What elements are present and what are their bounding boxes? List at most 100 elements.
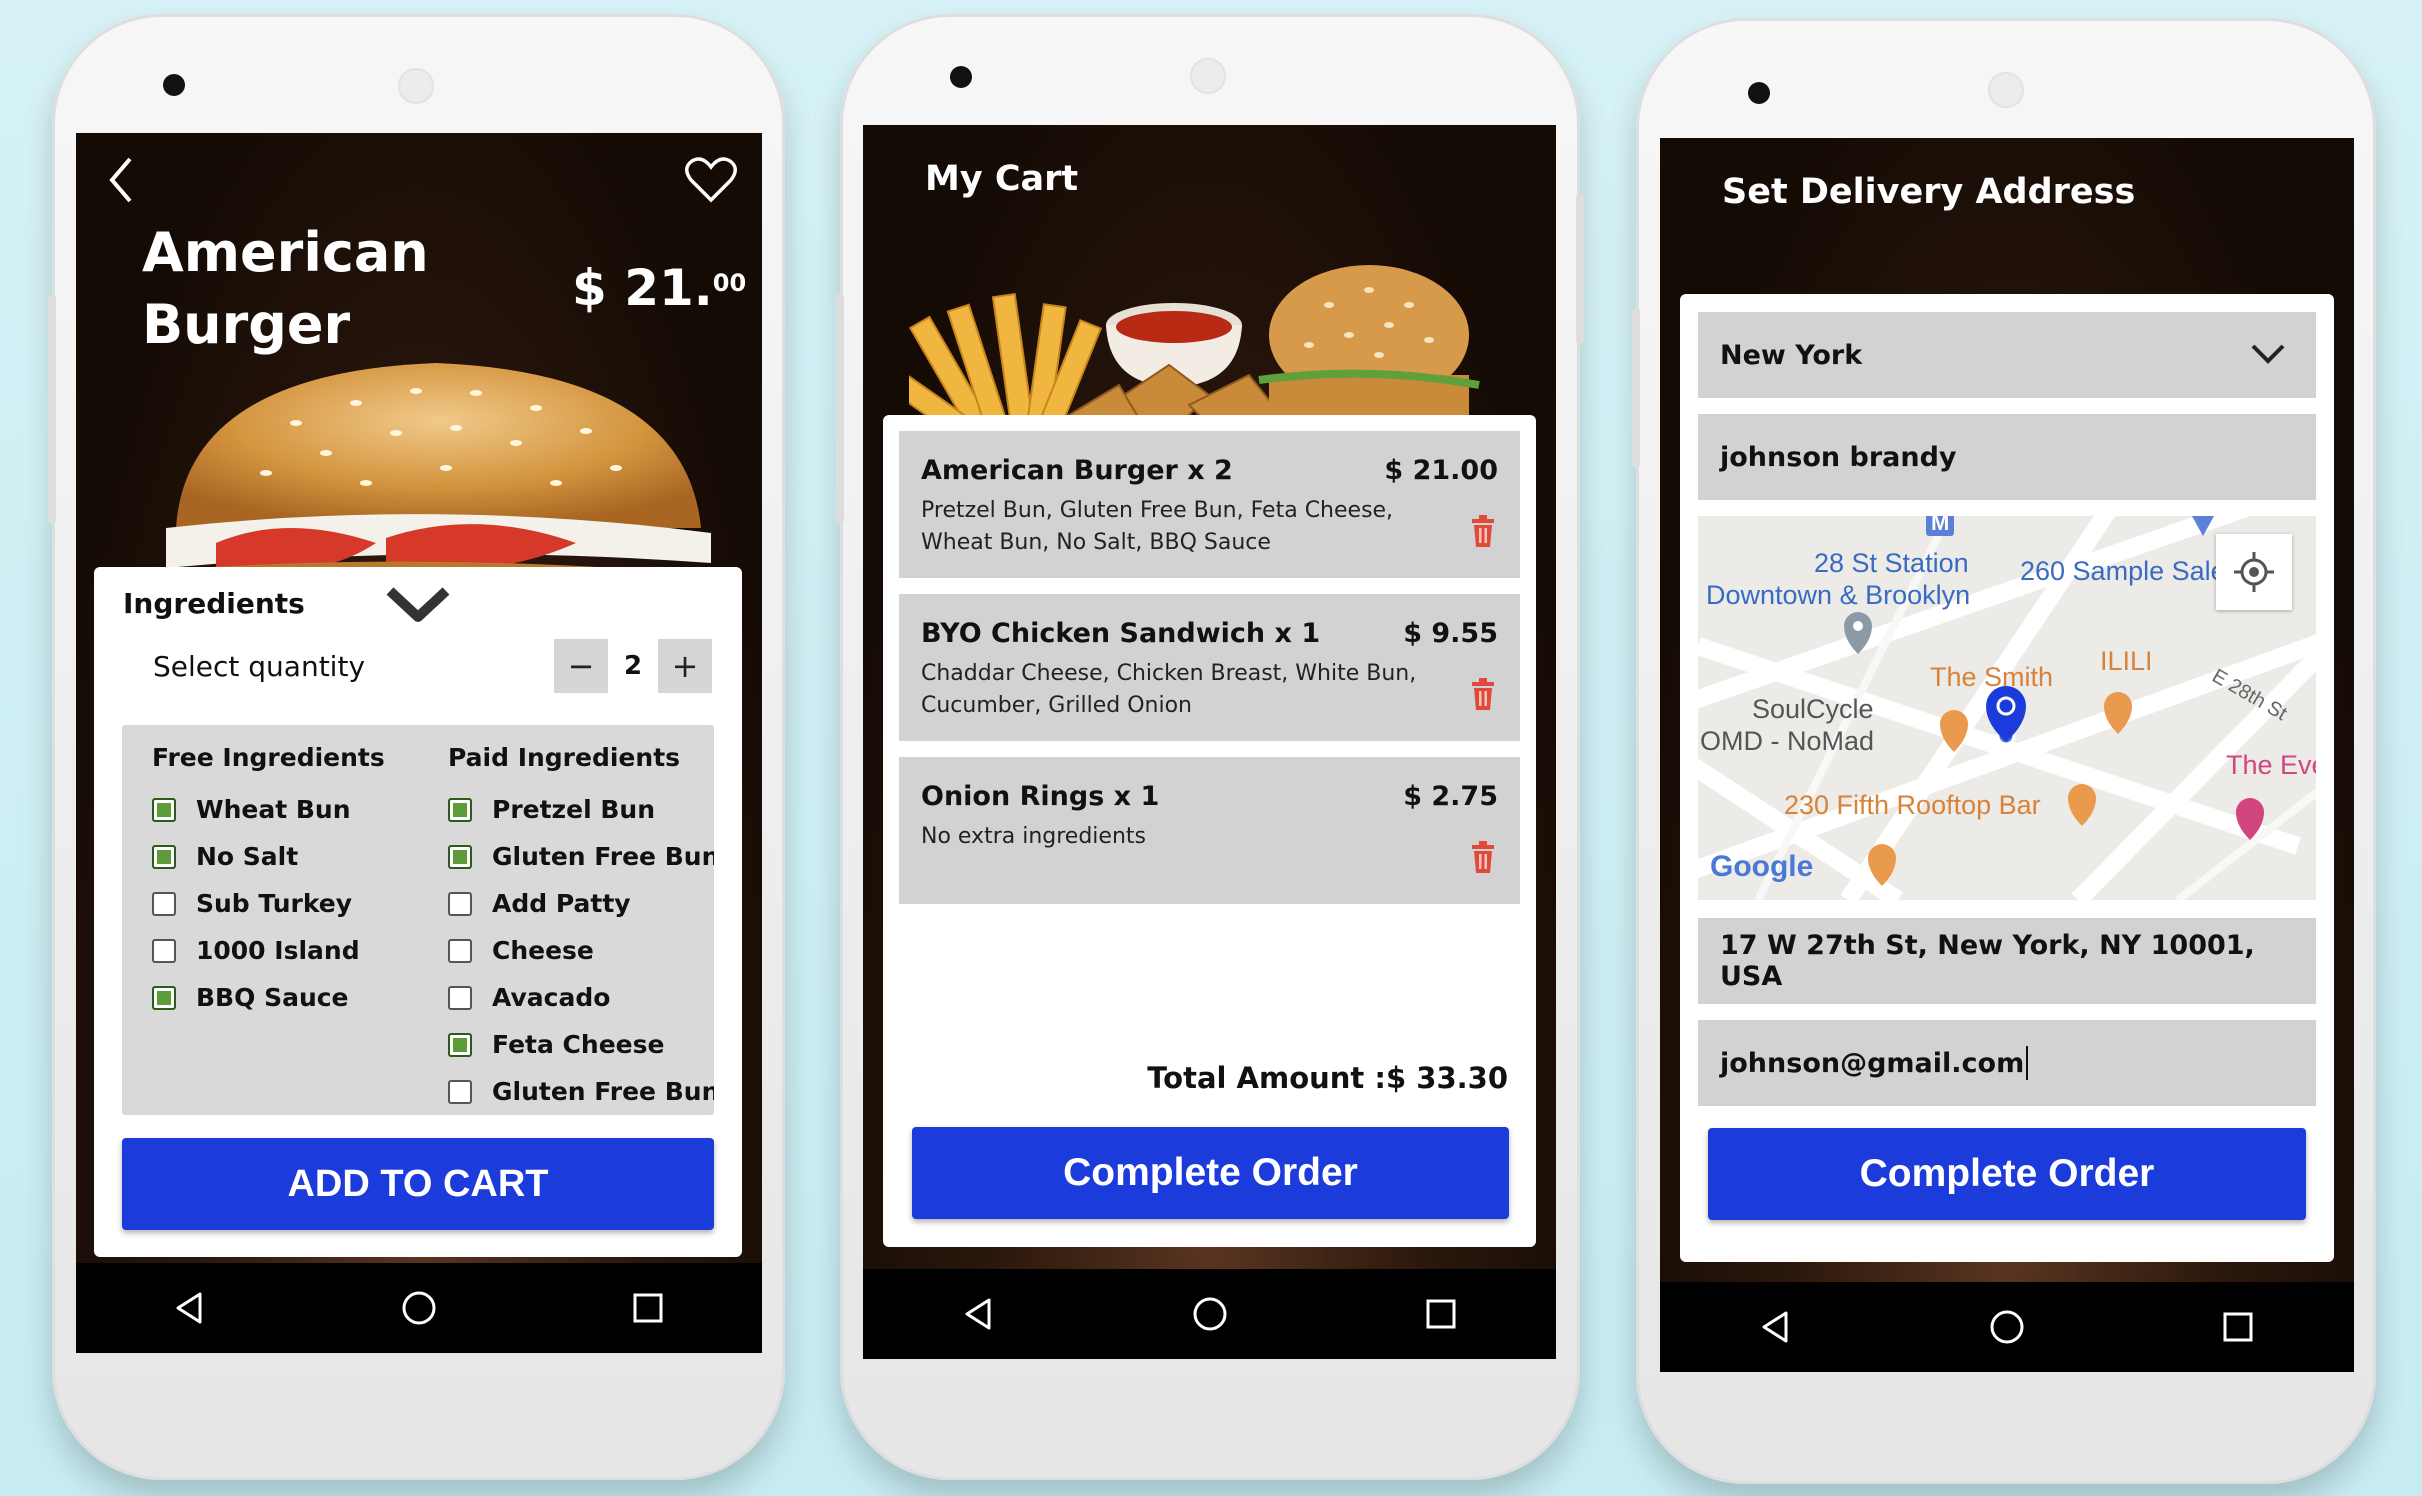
ingredient-checkbox[interactable] xyxy=(152,938,176,963)
nav-back-icon[interactable] xyxy=(959,1294,999,1334)
cart-item-name: BYO Chicken Sandwich x 1 xyxy=(921,618,1321,649)
address-field[interactable]: 17 W 27th St, New York, NY 10001, USA xyxy=(1698,918,2316,1004)
quantity-value[interactable]: 2 xyxy=(608,639,658,693)
name-field[interactable]: johnson brandy xyxy=(1698,414,2316,500)
ingredients-card: Ingredients Select quantity − 2 + Free I… xyxy=(94,567,742,1257)
ingredient-row[interactable]: Add Patty xyxy=(448,889,631,918)
ingredient-label: Cheese xyxy=(492,936,594,965)
proximity-sensor xyxy=(1190,58,1226,94)
ingredient-row[interactable]: No Salt xyxy=(152,842,298,871)
ingredient-label: No Salt xyxy=(196,842,299,871)
side-button xyxy=(1632,308,1640,468)
email-field[interactable]: johnson@gmail.com xyxy=(1698,1020,2316,1106)
complete-order-button[interactable]: Complete Order xyxy=(912,1127,1509,1219)
chevron-down-icon[interactable] xyxy=(386,585,450,629)
ingredients-label: Ingredients xyxy=(123,587,305,620)
city-select[interactable]: New York xyxy=(1698,312,2316,398)
complete-order-button[interactable]: Complete Order xyxy=(1708,1128,2306,1220)
android-nav-bar xyxy=(76,1263,762,1353)
ingredient-row[interactable]: Cheese xyxy=(448,936,594,965)
ingredient-checkbox[interactable] xyxy=(448,891,472,916)
ingredient-row[interactable]: Sub Turkey xyxy=(152,889,352,918)
cart-item-desc: Pretzel Bun, Gluten Free Bun, Feta Chees… xyxy=(921,498,1394,555)
nav-recents-icon[interactable] xyxy=(1421,1294,1461,1334)
cart-item[interactable]: American Burger x 2 $ 21.00 Pretzel Bun,… xyxy=(899,431,1520,578)
ingredient-row[interactable]: Wheat Bun xyxy=(152,795,351,824)
ingredient-checkbox[interactable] xyxy=(152,844,176,869)
cart-item-desc: No extra ingredients xyxy=(921,824,1146,849)
free-ingredients-header: Free Ingredients xyxy=(152,743,385,772)
trash-icon[interactable] xyxy=(1470,841,1496,877)
ingredient-row[interactable]: Feta Cheese xyxy=(448,1030,664,1059)
nav-back-icon[interactable] xyxy=(170,1288,210,1328)
trash-icon[interactable] xyxy=(1470,678,1496,714)
cart-item[interactable]: Onion Rings x 1 $ 2.75 No extra ingredie… xyxy=(899,757,1520,904)
quantity-plus-button[interactable]: + xyxy=(658,639,712,693)
cart-item-price: $ 21.00 xyxy=(1384,455,1498,486)
front-camera xyxy=(950,66,972,88)
cart-item-name: American Burger x 2 xyxy=(921,455,1233,486)
ingredient-label: 1000 Island xyxy=(196,936,360,965)
ingredient-checkbox[interactable] xyxy=(152,891,176,916)
ingredient-row[interactable]: BBQ Sauce xyxy=(152,983,349,1012)
ingredient-row[interactable]: 1000 Island xyxy=(152,936,360,965)
select-quantity-label: Select quantity xyxy=(153,650,366,683)
address-field-value: 17 W 27th St, New York, NY 10001, USA xyxy=(1720,930,2255,992)
ingredient-row[interactable]: Gluten Free Bun xyxy=(448,842,714,871)
ingredient-checkbox[interactable] xyxy=(448,1079,472,1104)
phone-1: American Burger $ 21.00 Ingredients Sele… xyxy=(48,14,785,1480)
favorite-heart-icon[interactable] xyxy=(684,155,738,209)
ingredient-checkbox[interactable] xyxy=(152,985,176,1010)
product-screen: American Burger $ 21.00 Ingredients Sele… xyxy=(76,133,762,1353)
ingredient-label: BBQ Sauce xyxy=(196,983,349,1012)
ingredient-checkbox[interactable] xyxy=(448,985,472,1010)
ingredient-label: Pretzel Bun xyxy=(492,795,655,824)
side-button xyxy=(836,294,844,524)
nav-home-icon[interactable] xyxy=(399,1288,439,1328)
phone-2: My Cart American Burger x 2 $ 21.00 Pret… xyxy=(836,14,1584,1480)
ingredient-label: Wheat Bun xyxy=(196,795,351,824)
product-name-line2: Burger xyxy=(142,293,351,356)
name-field-value: johnson brandy xyxy=(1720,441,1957,473)
crosshair-icon xyxy=(2234,552,2274,592)
ingredient-row[interactable]: Avacado xyxy=(448,983,610,1012)
proximity-sensor xyxy=(398,68,434,104)
ingredient-label: Sub Turkey xyxy=(196,889,353,918)
cart-item[interactable]: BYO Chicken Sandwich x 1 $ 9.55 Chaddar … xyxy=(899,594,1520,741)
android-nav-bar xyxy=(863,1269,1556,1359)
proximity-sensor xyxy=(1988,72,2024,108)
email-field-value: johnson@gmail.com xyxy=(1720,1047,2025,1079)
add-to-cart-button[interactable]: ADD TO CART xyxy=(122,1138,714,1230)
nav-back-icon[interactable] xyxy=(1756,1307,1796,1347)
delivery-screen: Set Delivery Address New York johnson br… xyxy=(1660,138,2354,1372)
back-icon[interactable] xyxy=(106,155,136,209)
paid-ingredients-header: Paid Ingredients xyxy=(448,743,681,772)
cart-item-price: $ 2.75 xyxy=(1403,781,1498,812)
nav-recents-icon[interactable] xyxy=(628,1288,668,1328)
ingredient-label: Gluten Free Bun xyxy=(492,842,714,871)
map-view[interactable]: M 28 St Station Downtown & Brooklyn 260 … xyxy=(1698,516,2316,900)
product-price: $ 21.00 xyxy=(572,259,746,317)
quantity-minus-button[interactable]: − xyxy=(554,639,608,693)
nav-home-icon[interactable] xyxy=(1987,1307,2027,1347)
ingredient-checkbox[interactable] xyxy=(448,938,472,963)
ingredient-checkbox[interactable] xyxy=(448,797,472,822)
phone-3: Set Delivery Address New York johnson br… xyxy=(1632,18,2376,1484)
text-cursor xyxy=(2026,1046,2029,1080)
trash-icon[interactable] xyxy=(1470,515,1496,551)
ingredient-checkbox[interactable] xyxy=(448,844,472,869)
ingredient-checkbox[interactable] xyxy=(152,797,176,822)
nav-home-icon[interactable] xyxy=(1190,1294,1230,1334)
cart-item-price: $ 9.55 xyxy=(1403,618,1498,649)
front-camera xyxy=(1748,82,1770,104)
ingredient-row[interactable]: Gluten Free Bun xyxy=(448,1077,714,1106)
ingredient-checkbox[interactable] xyxy=(448,1032,472,1057)
nav-recents-icon[interactable] xyxy=(2218,1307,2258,1347)
front-camera xyxy=(163,74,185,96)
my-location-button[interactable] xyxy=(2216,534,2292,610)
ingredients-panel: Free Ingredients Paid Ingredients Wheat … xyxy=(122,725,714,1115)
chevron-down-icon xyxy=(2250,342,2286,373)
total-amount: Total Amount :$ 33.30 xyxy=(1147,1061,1508,1095)
cart-card: American Burger x 2 $ 21.00 Pretzel Bun,… xyxy=(883,415,1536,1247)
ingredient-row[interactable]: Pretzel Bun xyxy=(448,795,655,824)
